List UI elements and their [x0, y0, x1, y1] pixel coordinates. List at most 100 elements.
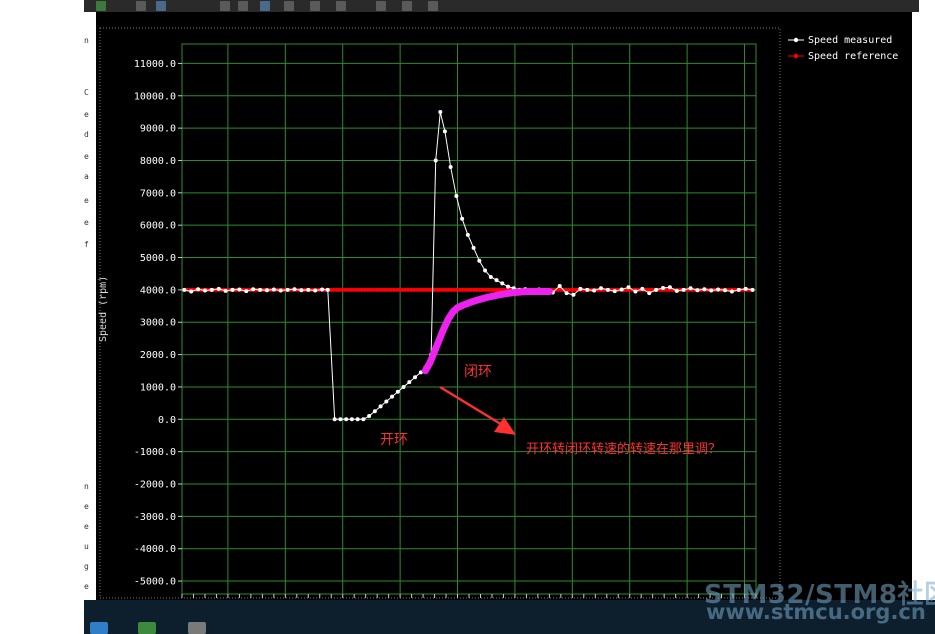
measured-point — [438, 109, 443, 114]
split-icon[interactable] — [310, 1, 320, 11]
measured-point — [251, 287, 256, 292]
measured-point — [633, 289, 638, 294]
pause-icon[interactable] — [136, 1, 146, 11]
save-icon[interactable] — [376, 1, 386, 11]
export-icon[interactable] — [428, 1, 438, 11]
y-tick-label: 5000.0 — [140, 253, 176, 264]
y-tick-label: -2000.0 — [134, 480, 176, 491]
measured-point — [230, 287, 235, 292]
y-tick-label: -5000.0 — [134, 577, 176, 588]
zoom-out-icon[interactable] — [238, 1, 248, 11]
measured-point — [674, 288, 679, 293]
measured-point — [285, 287, 290, 292]
measured-point — [384, 399, 389, 404]
closed-loop-highlight — [421, 288, 553, 375]
measured-point — [605, 287, 610, 292]
measured-point — [244, 289, 249, 294]
y-tick-label: 2000.0 — [140, 350, 176, 361]
range-icon[interactable] — [284, 1, 294, 11]
measured-point — [460, 216, 465, 221]
measured-point — [571, 292, 576, 297]
measured-point — [209, 287, 214, 292]
left-sidebar-fragment: nCe dea eef nee uge — [84, 12, 96, 634]
measured-point — [465, 232, 470, 237]
measured-point — [202, 288, 207, 293]
measured-point — [454, 194, 459, 199]
y-tick-label: 6000.0 — [140, 221, 176, 232]
measured-point — [182, 287, 187, 292]
question-annotation: 开环转闭环转速的转速在那里调？ — [526, 441, 721, 457]
measured-point — [695, 288, 700, 293]
measured-point — [407, 380, 412, 385]
measured-point — [223, 288, 228, 293]
y-tick-label: -3000.0 — [134, 512, 176, 523]
highlight-stroke — [421, 288, 553, 375]
measured-point — [654, 287, 659, 292]
measured-point — [702, 287, 707, 292]
measured-point — [585, 287, 590, 292]
legend-reference-marker — [793, 53, 799, 59]
play-icon[interactable] — [96, 1, 106, 11]
measured-point — [325, 287, 330, 292]
print-icon[interactable] — [402, 1, 412, 11]
measured-point — [395, 389, 400, 394]
legend-reference-label: Speed reference — [808, 51, 898, 62]
measured-point — [619, 287, 624, 292]
right-panel-fragment — [912, 12, 935, 634]
measured-point — [320, 287, 325, 292]
y-ticks: 11000.0 10000.0 9000.0 8000.0 7000.0 6000.0 50… — [134, 59, 182, 588]
measured-point — [599, 286, 604, 291]
y-tick-label: 3000.0 — [140, 318, 176, 329]
measured-point — [709, 288, 714, 293]
select-icon[interactable] — [156, 1, 166, 11]
chart-panel: 11000.0 10000.0 9000.0 8000.0 7000.0 6000.0 50… — [96, 12, 912, 615]
measured-point — [592, 288, 597, 293]
measured-point — [729, 289, 734, 294]
measured-point — [278, 288, 283, 293]
legend: Speed measured Speed reference — [788, 35, 898, 62]
measured-point — [344, 417, 349, 422]
fit-icon[interactable] — [260, 1, 270, 11]
measured-point — [271, 287, 276, 292]
y-tick-label: 4000.0 — [140, 285, 176, 296]
measured-point — [500, 281, 505, 286]
y-tick-label: 11000.0 — [134, 59, 176, 70]
measured-point — [667, 285, 672, 290]
measured-point — [612, 289, 617, 294]
annotation-arrow — [439, 385, 516, 435]
copy-icon[interactable] — [336, 1, 346, 11]
y-axis-label: Speed (rpm) — [98, 276, 109, 342]
measured-point — [494, 278, 499, 283]
y-tick-label: 9000.0 — [140, 124, 176, 135]
measured-point — [506, 284, 511, 289]
measured-point — [372, 409, 377, 414]
measured-point — [264, 288, 269, 293]
plot-area-border — [181, 43, 757, 595]
measured-point — [557, 284, 562, 288]
tool-icon[interactable] — [188, 622, 206, 634]
measured-point — [349, 417, 354, 422]
measured-point — [688, 286, 693, 291]
zoom-in-icon[interactable] — [220, 1, 230, 11]
measured-point — [306, 287, 311, 292]
measured-point — [564, 291, 569, 296]
spreadsheet-icon[interactable] — [138, 622, 156, 634]
app-icon[interactable] — [90, 622, 108, 634]
y-tick-label: 1000.0 — [140, 382, 176, 393]
measured-point — [743, 286, 748, 291]
measured-point — [338, 417, 343, 422]
legend-measured-label: Speed measured — [808, 35, 892, 46]
measured-point — [361, 417, 366, 422]
y-tick-label: 7000.0 — [140, 188, 176, 199]
measured-point — [736, 287, 741, 292]
measured-point — [578, 286, 583, 291]
measured-point — [681, 287, 686, 292]
measured-point — [216, 286, 221, 291]
measured-point — [237, 287, 242, 292]
measured-point — [640, 286, 645, 291]
legend-measured-marker — [793, 37, 799, 43]
measured-point — [448, 164, 453, 169]
y-tick-label: 10000.0 — [134, 91, 176, 102]
measured-point — [292, 287, 297, 292]
measured-point — [299, 288, 304, 293]
